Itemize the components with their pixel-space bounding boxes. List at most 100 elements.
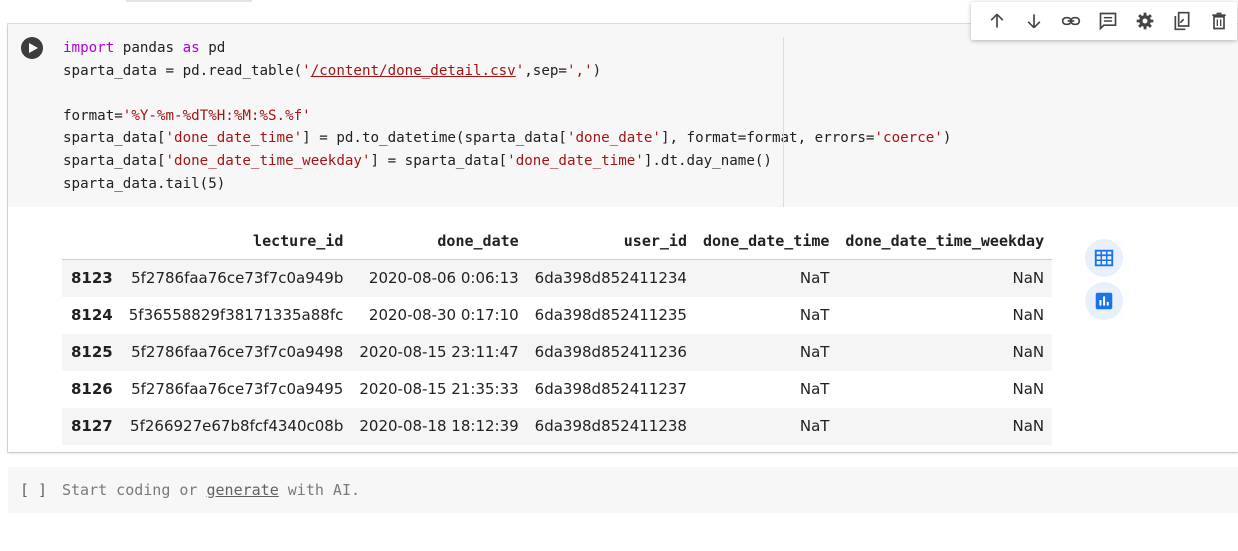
table-cell: NaN [1012, 343, 1045, 361]
code-token: ) [942, 130, 952, 147]
table-row: 8126 5f2786faa76ce73f7c0a9495 2020-08-15 2… [62, 371, 1052, 408]
code-token: ] = sparta_data[ [370, 152, 508, 169]
table-cell: 6da398d852411237 [534, 380, 687, 398]
code-token: ' [302, 62, 311, 79]
code-token: sparta_data.tail(5) [63, 175, 226, 192]
code-line[interactable]: import pandas as pd [63, 37, 951, 60]
table-header-row: lecture_id done_date user_id done_date_time… [62, 222, 1053, 260]
row-index: 8124 [71, 306, 113, 324]
code-token: pandas [114, 40, 183, 56]
table-row: 8123 5f2786faa76ce73f7c0a949b 2020-08-06 0… [62, 259, 1053, 297]
code-line[interactable]: sparta_data['done_date_time'] = pd.to_da… [63, 127, 951, 150]
link-icon [1061, 16, 1081, 26]
convert-to-interactive-table-button[interactable] [1085, 239, 1123, 277]
cell-gutter [8, 24, 56, 207]
table-row: 8125 5f2786faa76ce73f7c0a9498 2020-08-15 2… [62, 333, 1053, 371]
top-tab-indicator [126, 0, 252, 2]
table-cell: 2020-08-30 0:17:10 [368, 306, 519, 324]
code-token: /content/done_detail.csv [310, 62, 516, 79]
code-line[interactable]: sparta_data = pd.read_table('/content/do… [63, 60, 951, 83]
cell-toolbar [971, 2, 1237, 40]
table-icon [1094, 249, 1114, 267]
table-cell: NaN [1012, 306, 1045, 324]
code-token: 'done_date' [566, 130, 661, 147]
code-token: ' [515, 62, 525, 79]
code-token: ].dt.day_name() [643, 152, 772, 169]
table-cell: 2020-08-06 0:06:13 [368, 269, 519, 288]
code-token: 'done_date_time_weekday' [165, 152, 371, 169]
code-line[interactable]: format='%Y-%m-%dT%H:%M:%S.%f' [63, 105, 951, 128]
mirror-cell-button[interactable] [1163, 4, 1200, 38]
row-index: 8127 [71, 417, 113, 435]
arrow-up-icon [990, 13, 1004, 28]
column-header: done_date_time [694, 222, 838, 260]
code-token: ,sep= [524, 62, 567, 79]
row-index: 8125 [71, 343, 113, 361]
link-button[interactable] [1053, 4, 1090, 38]
table-cell: 6da398d852411236 [534, 343, 687, 361]
code-token: pd [199, 40, 226, 56]
line-length-ruler [783, 37, 784, 207]
column-header: done_date [351, 222, 527, 260]
table-cell: 5f36558829f38171335a88fc [128, 306, 344, 324]
table-cell: NaT [799, 380, 830, 398]
cell-placeholder[interactable]: Start coding or generate with AI. [62, 481, 360, 499]
code-token: sparta_data[ [63, 130, 166, 147]
code-token: sparta_data[ [63, 152, 166, 169]
code-cell[interactable]: import pandas as pd sparta_data = pd.read… [8, 24, 1238, 452]
cell-execution-bracket: [ ] [20, 481, 48, 499]
dataframe-table: lecture_id done_date user_id done_date_time… [62, 222, 1053, 445]
code-line[interactable]: sparta_data.tail(5) [63, 173, 951, 196]
table-row: 8124 5f36558829f38171335a88fc 2020-08-30 0… [62, 297, 1052, 334]
move-down-button[interactable] [1016, 4, 1053, 38]
code-token: 'done_date_time' [165, 130, 303, 147]
table-cell: 2020-08-15 21:35:33 [359, 380, 519, 398]
code-line[interactable]: sparta_data['done_date_time_weekday'] = … [63, 150, 951, 173]
table-cell: NaT [799, 269, 830, 288]
bar-chart-icon [1095, 292, 1113, 310]
table-body: 8123 5f2786faa76ce73f7c0a949b 2020-08-06 0… [62, 259, 1053, 445]
table-row: 8127 5f266927e67b8fcf4340c08b 2020-08-18 1… [62, 407, 1053, 445]
run-cell-button[interactable] [21, 37, 43, 59]
comment-icon [1099, 12, 1117, 31]
table-cell: 6da398d852411238 [534, 417, 687, 435]
code-token: 'coerce' [874, 130, 943, 147]
code-token: format= [63, 107, 123, 124]
delete-button[interactable] [1200, 4, 1237, 38]
placeholder-suffix: with AI. [278, 481, 361, 499]
table-cell: 6da398d852411235 [534, 306, 687, 324]
table-cell: 5f266927e67b8fcf4340c08b [130, 417, 344, 435]
cell-output: lecture_id done_date user_id done_date_time… [8, 207, 1238, 452]
code-line[interactable] [63, 82, 951, 105]
column-header [62, 222, 121, 260]
code-area[interactable]: import pandas as pd sparta_data = pd.read… [8, 24, 1238, 207]
table-cell: NaN [1012, 380, 1045, 398]
placeholder-prefix: Start coding or [62, 481, 207, 499]
code-editor[interactable]: import pandas as pd sparta_data = pd.read… [56, 24, 1238, 207]
code-token: sparta_data = pd.read_table( [63, 62, 303, 79]
table-cell: 6da398d852411234 [534, 269, 687, 288]
suggest-charts-button[interactable] [1085, 282, 1123, 320]
mirror-icon [1174, 11, 1190, 31]
trash-icon [1211, 12, 1226, 30]
table-cell: 5f2786faa76ce73f7c0a9498 [131, 343, 344, 361]
code-token: ) [592, 62, 602, 79]
column-header: lecture_id [120, 222, 352, 260]
code-token: '%Y-%m-%dT%H:%M:%S.%f' [122, 107, 311, 124]
code-token: ], format=format, errors= [660, 130, 875, 147]
column-header: user_id [526, 222, 695, 260]
table-cell: 5f2786faa76ce73f7c0a9495 [131, 380, 344, 398]
table-cell: NaN [1012, 417, 1045, 435]
column-header: done_date_time_weekday [837, 222, 1053, 260]
move-up-button[interactable] [979, 4, 1016, 38]
empty-code-cell[interactable]: [ ] Start coding or generate with AI. [8, 467, 1238, 513]
settings-button[interactable] [1126, 4, 1163, 38]
gear-icon [1136, 12, 1154, 30]
code-text[interactable]: import pandas as pd sparta_data = pd.read… [63, 37, 951, 195]
table-cell: 2020-08-15 23:11:47 [359, 343, 519, 361]
code-token: 'done_date_time' [507, 152, 644, 169]
comment-button[interactable] [1090, 4, 1127, 38]
row-index: 8123 [71, 269, 113, 288]
table-cell: NaN [1012, 269, 1045, 288]
generate-link[interactable]: generate [207, 481, 279, 499]
